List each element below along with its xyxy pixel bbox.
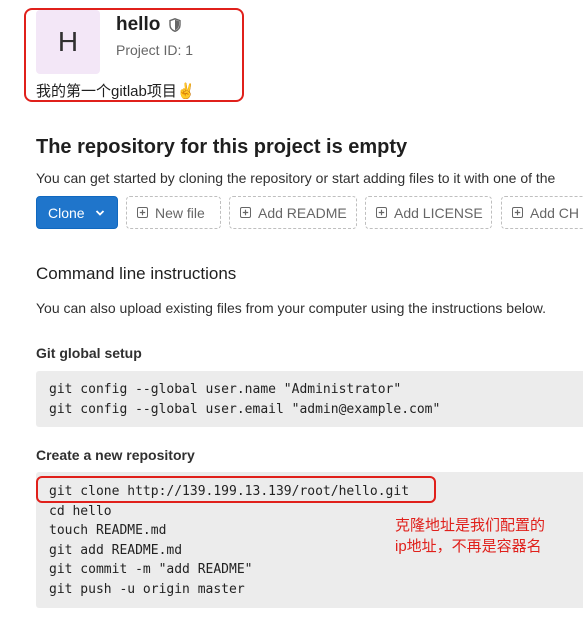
- cli-instructions-title: Command line instructions: [36, 264, 237, 283]
- add-changelog-label: Add CH: [530, 204, 580, 221]
- plus-square-icon: [240, 207, 251, 218]
- annotation-highlight-project: [24, 8, 244, 102]
- add-readme-button[interactable]: Add README: [229, 196, 357, 229]
- global-setup-title: Git global setup: [36, 345, 142, 361]
- new-file-button[interactable]: New file: [126, 196, 221, 229]
- code-line: git config --global user.name "Administr…: [49, 382, 402, 397]
- empty-repo-title: The repository for this project is empty: [36, 136, 408, 158]
- annotation-note: 克隆地址是我们配置的 ip地址，不再是容器名: [395, 515, 545, 557]
- new-file-label: New file: [155, 204, 205, 221]
- global-setup-code[interactable]: git config --global user.name "Administr…: [36, 371, 583, 427]
- clone-button-label: Clone: [48, 204, 85, 221]
- annotation-highlight-clone-url: [36, 476, 436, 503]
- clone-button[interactable]: Clone: [36, 196, 118, 229]
- add-changelog-button[interactable]: Add CH: [501, 196, 583, 229]
- empty-repo-actions: Clone New file Add README Add LICENSE Ad…: [36, 196, 583, 229]
- chevron-down-icon: [95, 209, 104, 216]
- cli-instructions-description: You can also upload existing files from …: [36, 300, 546, 316]
- new-repo-title: Create a new repository: [36, 447, 195, 463]
- plus-square-icon: [512, 207, 523, 218]
- plus-square-icon: [376, 207, 387, 218]
- code-line: git config --global user.email "admin@ex…: [49, 401, 441, 417]
- code-line: git commit -m "add README": [49, 562, 253, 577]
- plus-square-icon: [137, 207, 148, 218]
- add-license-label: Add LICENSE: [394, 204, 483, 221]
- annotation-note-line1: 克隆地址是我们配置的: [395, 517, 546, 534]
- add-license-button[interactable]: Add LICENSE: [365, 196, 492, 229]
- empty-repo-description: You can get started by cloning the repos…: [36, 170, 556, 186]
- annotation-note-line2: ip地址，不再是容器名: [395, 538, 542, 555]
- code-line: git push -u origin master: [49, 581, 245, 597]
- add-readme-label: Add README: [258, 204, 347, 221]
